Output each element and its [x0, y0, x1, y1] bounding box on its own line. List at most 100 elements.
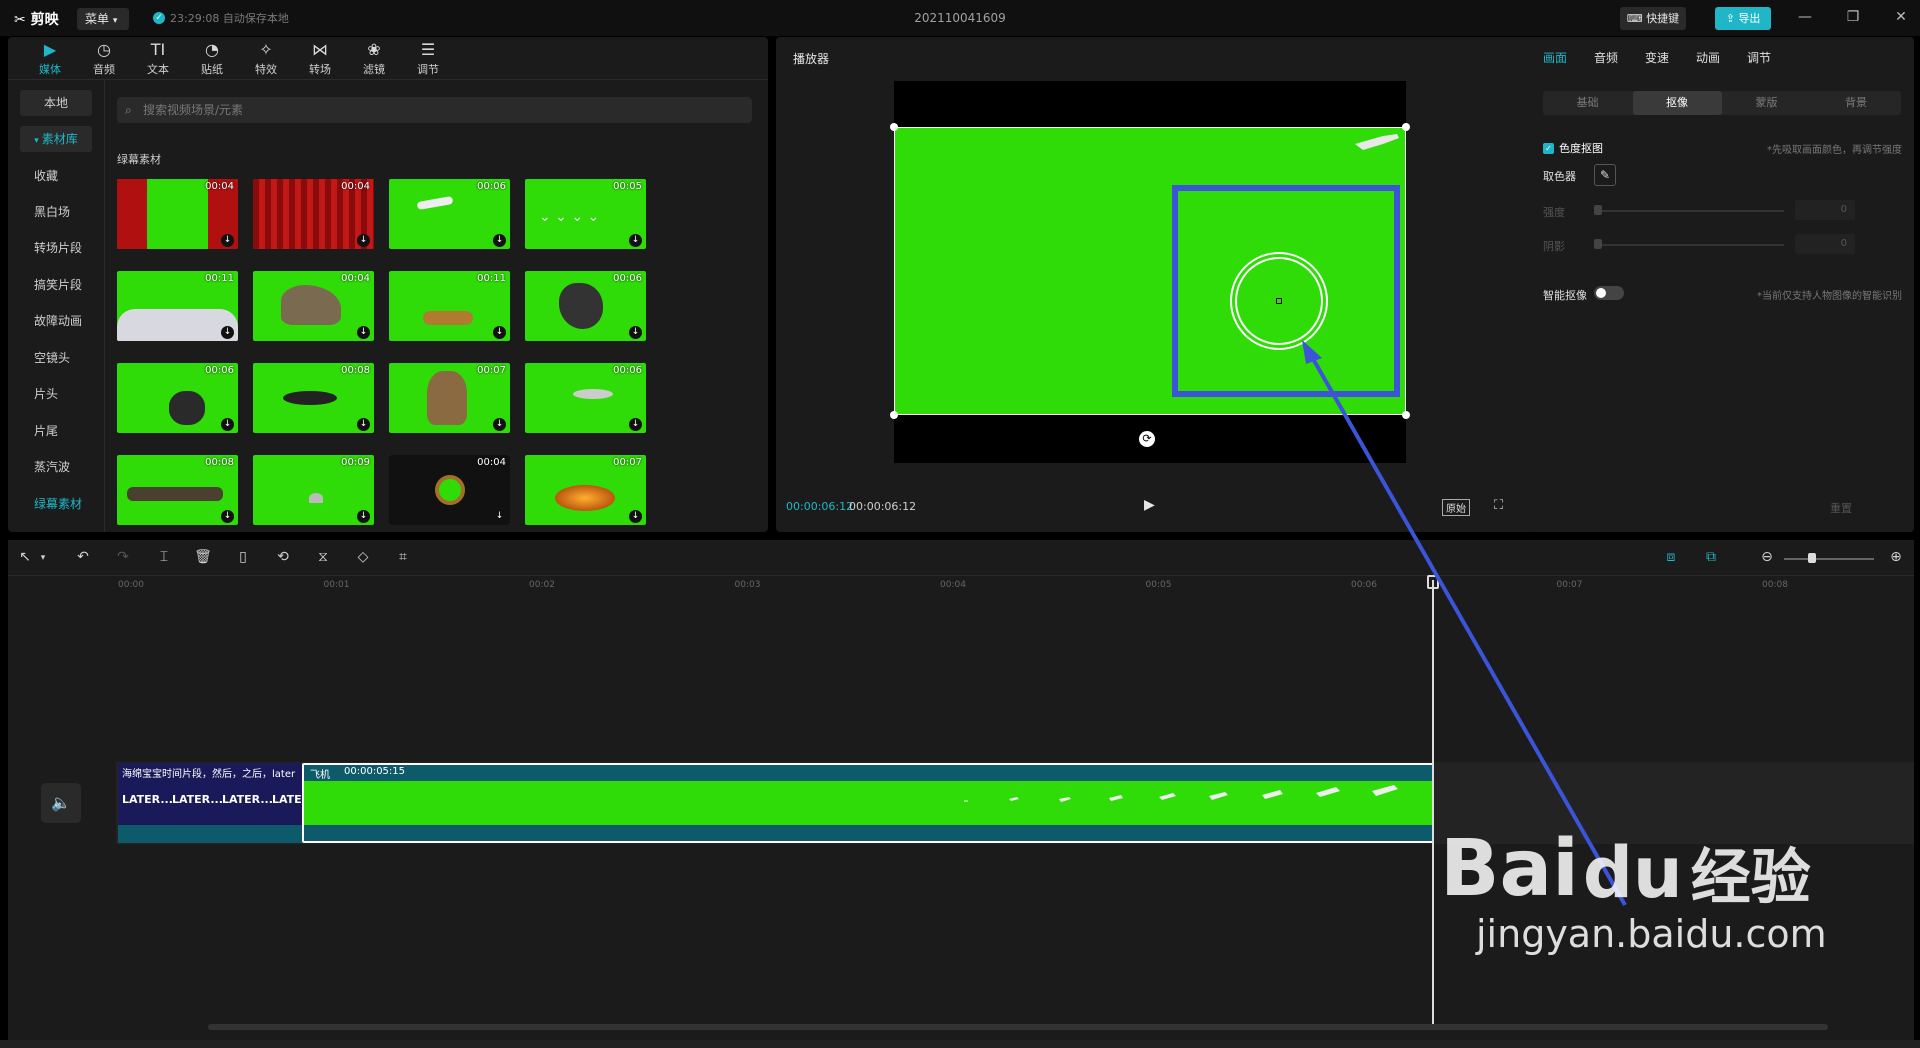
rotate-icon[interactable]: ◇: [354, 549, 372, 565]
media-thumbnail[interactable]: 00:07 ↓: [389, 363, 510, 433]
download-icon[interactable]: ↓: [221, 510, 234, 523]
segment-3[interactable]: 背景: [1812, 91, 1901, 115]
restore-icon[interactable]: ❐: [1843, 9, 1863, 25]
media-thumbnail[interactable]: 00:04 ↓: [253, 179, 374, 249]
horizontal-scrollbar[interactable]: [208, 1024, 1828, 1030]
download-icon[interactable]: ↓: [357, 234, 370, 247]
media-thumbnail[interactable]: 00:04 ↓: [253, 271, 374, 341]
link-icon[interactable]: ⧉: [1702, 549, 1720, 565]
media-thumbnail[interactable]: 00:08 ↓: [253, 363, 374, 433]
playhead[interactable]: [1432, 580, 1434, 1027]
sidebar-item-3[interactable]: 黑白场: [20, 199, 92, 225]
download-icon[interactable]: ↓: [357, 418, 370, 431]
sidebar-item-11[interactable]: 绿幕素材: [20, 491, 92, 517]
zoom-in-icon[interactable]: ⊕: [1887, 549, 1905, 565]
download-icon[interactable]: ↓: [357, 326, 370, 339]
speaker-icon[interactable]: 🔈: [41, 783, 81, 823]
redo-icon[interactable]: ↷: [114, 549, 132, 565]
shadow-value[interactable]: 0: [1795, 234, 1855, 254]
snap-icon[interactable]: ⧈: [1662, 549, 1680, 565]
rotate-icon[interactable]: ⟳: [1139, 431, 1155, 447]
media-thumbnail[interactable]: 00:06 ↓: [525, 363, 646, 433]
download-icon[interactable]: ↓: [493, 234, 506, 247]
tab-text[interactable]: TI 文本: [133, 39, 183, 79]
download-icon[interactable]: ↓: [221, 234, 234, 247]
sidebar-item-10[interactable]: 蒸汽波: [20, 454, 92, 480]
tab-adjust[interactable]: ☰ 调节: [403, 39, 453, 79]
resize-handle[interactable]: [1402, 411, 1410, 419]
aspect-original-button[interactable]: 原始: [1442, 499, 1470, 516]
download-icon[interactable]: ↓: [493, 418, 506, 431]
play-icon[interactable]: ▶: [1144, 497, 1155, 513]
zoom-slider[interactable]: [1784, 558, 1874, 560]
strength-slider[interactable]: [1594, 210, 1784, 212]
tab-transition[interactable]: ⋈ 转场: [295, 39, 345, 79]
sidebar-item-5[interactable]: 搞笑片段: [20, 272, 92, 298]
mirror-icon[interactable]: ⧖: [314, 549, 332, 565]
inspector-tab-0[interactable]: 画面: [1543, 49, 1567, 66]
crop-icon[interactable]: ⌗: [394, 549, 412, 565]
inspector-tab-3[interactable]: 动画: [1696, 49, 1720, 66]
inspector-tab-4[interactable]: 调节: [1747, 49, 1771, 66]
zoom-out-icon[interactable]: ⊖: [1758, 549, 1776, 565]
resize-handle[interactable]: [890, 123, 898, 131]
reset-button[interactable]: 重置: [1830, 500, 1852, 516]
tab-sticker[interactable]: ◔ 贴纸: [187, 39, 237, 79]
shadow-slider-knob[interactable]: [1594, 239, 1602, 249]
sidebar-item-1[interactable]: ▾ 素材库: [20, 126, 92, 152]
sidebar-item-6[interactable]: 故障动画: [20, 308, 92, 334]
menu-button[interactable]: 菜单 ▾: [77, 8, 129, 30]
undo-icon[interactable]: ↶: [74, 549, 92, 565]
segment-1[interactable]: 抠像: [1632, 91, 1722, 115]
inspector-tab-1[interactable]: 音频: [1594, 49, 1618, 66]
download-icon[interactable]: ↓: [629, 510, 642, 523]
media-thumbnail[interactable]: 00:04 ↓: [117, 179, 238, 249]
resize-handle[interactable]: [1402, 123, 1410, 131]
sidebar-item-4[interactable]: 转场片段: [20, 235, 92, 261]
download-icon[interactable]: ↓: [221, 418, 234, 431]
export-button[interactable]: ⇪ 导出: [1715, 7, 1771, 30]
media-thumbnail[interactable]: 00:06 ↓: [117, 363, 238, 433]
media-thumbnail[interactable]: 00:06 ↓: [389, 179, 510, 249]
download-icon[interactable]: ↓: [357, 510, 370, 523]
download-icon[interactable]: ↓: [221, 326, 234, 339]
resize-handle[interactable]: [890, 411, 898, 419]
media-thumbnail[interactable]: 00:09 ↓: [253, 455, 374, 525]
sidebar-item-9[interactable]: 片尾: [20, 418, 92, 444]
media-thumbnail[interactable]: 00:08 ↓: [117, 455, 238, 525]
download-icon[interactable]: ↓: [493, 510, 506, 523]
fullscreen-icon[interactable]: ⛶: [1494, 498, 1503, 513]
minimize-icon[interactable]: —: [1795, 9, 1815, 25]
tab-audio[interactable]: ◷ 音频: [79, 39, 129, 79]
sidebar-item-8[interactable]: 片头: [20, 381, 92, 407]
tab-filter[interactable]: ❀ 滤镜: [349, 39, 399, 79]
media-thumbnail[interactable]: ⌄ ⌄ ⌄ ⌄ 00:05 ↓: [525, 179, 646, 249]
search-input[interactable]: ⌕ 搜索视频场景/元素: [117, 97, 752, 123]
zoom-slider-knob[interactable]: [1808, 553, 1816, 563]
media-thumbnail[interactable]: 00:06 ↓: [525, 271, 646, 341]
download-icon[interactable]: ↓: [629, 234, 642, 247]
split-icon[interactable]: ⌶: [155, 549, 173, 565]
clip-later[interactable]: 海绵宝宝时间片段，然后，之后，later LATER... LATER... L…: [118, 763, 302, 843]
media-thumbnail[interactable]: 00:04 ↓: [389, 455, 510, 525]
reverse-icon[interactable]: ⟲: [274, 549, 292, 565]
segment-2[interactable]: 蒙版: [1722, 91, 1811, 115]
download-icon[interactable]: ↓: [629, 326, 642, 339]
shortcut-button[interactable]: ⌨ 快捷键: [1620, 7, 1686, 30]
sidebar-item-0[interactable]: 本地: [20, 90, 92, 116]
clip-plane[interactable]: 飞机 00:00:05:15: [302, 763, 1434, 843]
tab-effects[interactable]: ✧ 特效: [241, 39, 291, 79]
shadow-slider[interactable]: [1594, 244, 1784, 246]
select-cursor-icon[interactable]: ↖: [16, 549, 34, 565]
sidebar-item-2[interactable]: 收藏: [20, 163, 92, 189]
chevron-down-icon[interactable]: ▾: [34, 553, 52, 563]
sidebar-item-7[interactable]: 空镜头: [20, 345, 92, 371]
freeze-icon[interactable]: ▯: [234, 549, 252, 565]
delete-icon[interactable]: 🗑: [194, 549, 212, 565]
chroma-key-checkbox[interactable]: ✓ 色度抠图: [1543, 140, 1603, 156]
media-thumbnail[interactable]: 00:11 ↓: [389, 271, 510, 341]
tab-media[interactable]: ▶ 媒体: [25, 39, 75, 79]
eyedropper-icon[interactable]: ✎: [1594, 164, 1616, 186]
close-icon[interactable]: ✕: [1891, 9, 1911, 25]
download-icon[interactable]: ↓: [629, 418, 642, 431]
